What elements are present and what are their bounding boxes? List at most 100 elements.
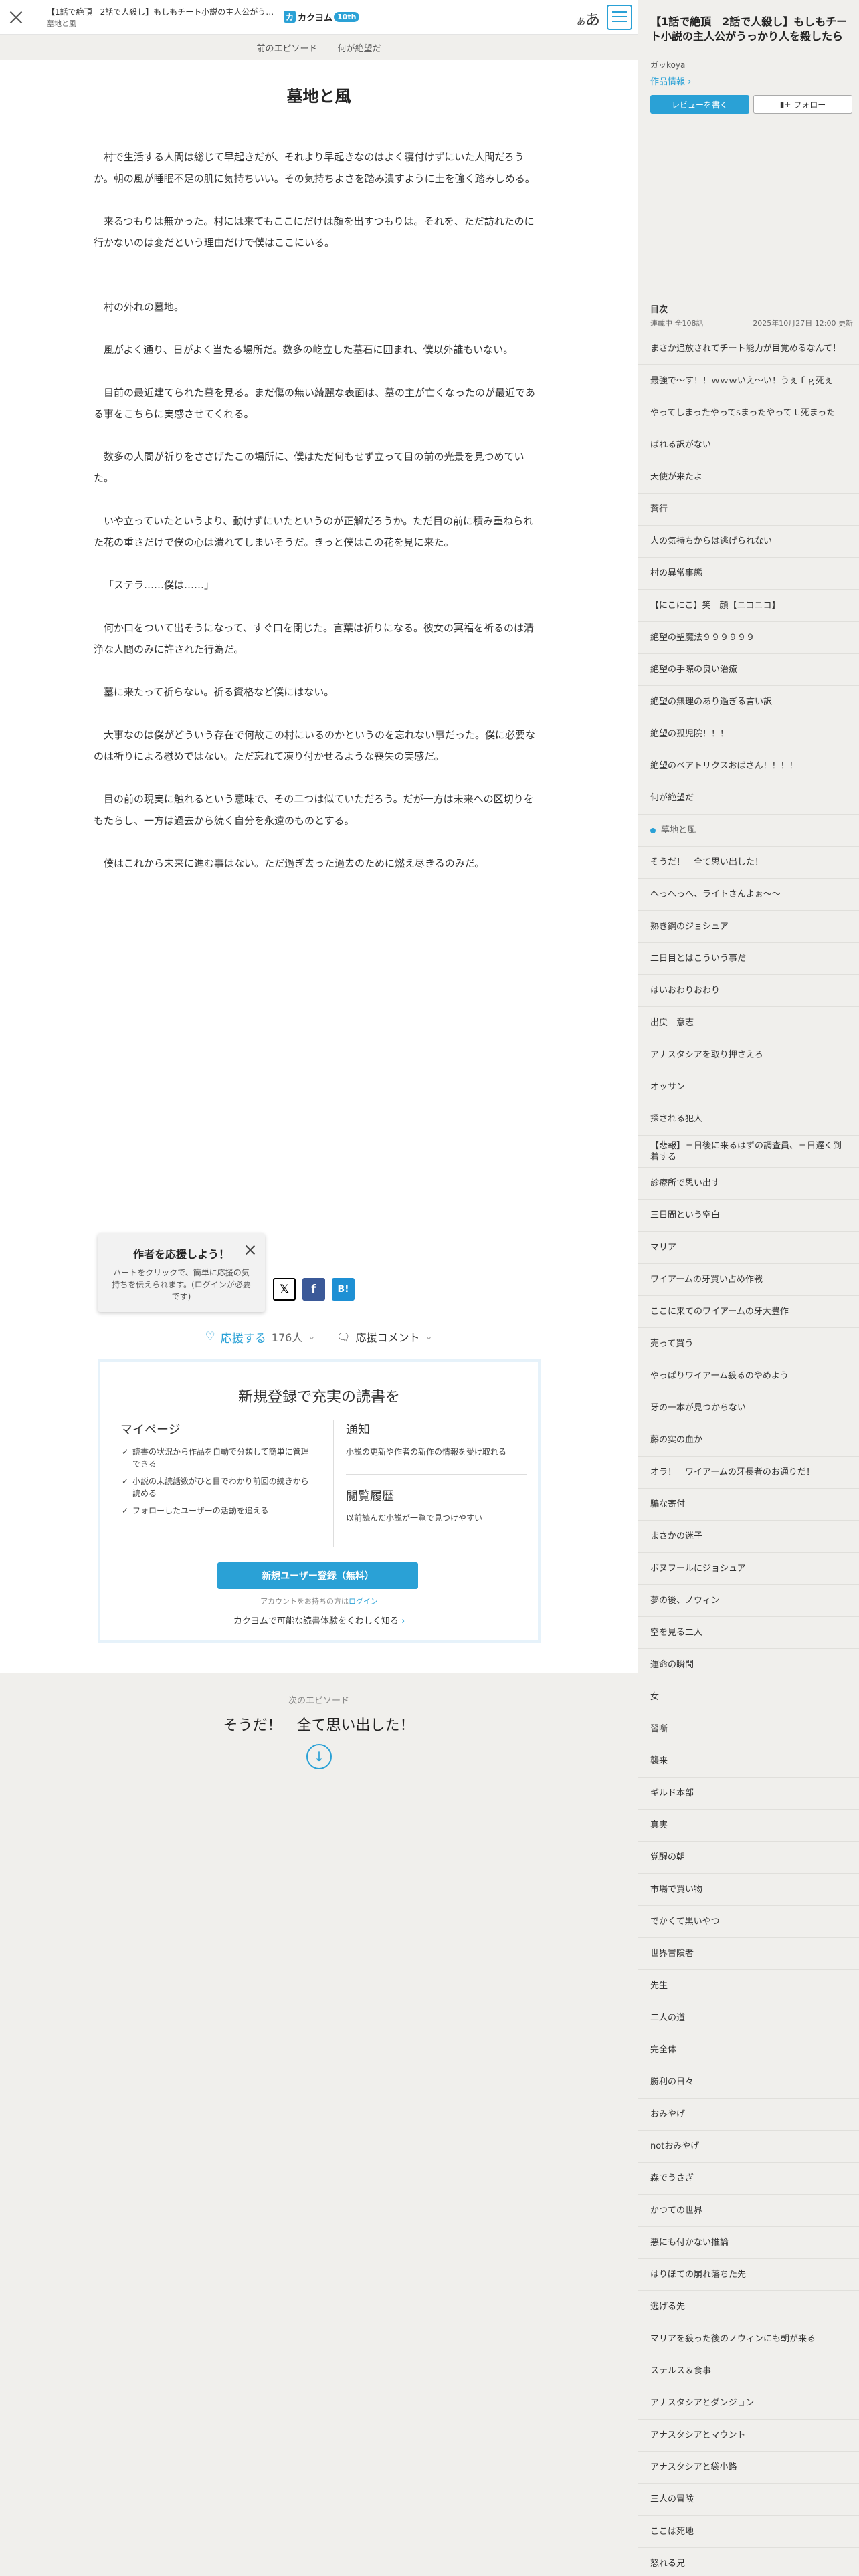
toc-item[interactable]: 三日間という空白 [638,1200,859,1232]
toc-item[interactable]: 何が絶望だ [638,782,859,815]
toc-item[interactable]: でかくて黒いやつ [638,1906,859,1938]
toc-item[interactable]: はりぼての崩れ落ちた先 [638,2259,859,2291]
toc-item[interactable]: アナスタシアとマウント [638,2420,859,2452]
toc-item[interactable]: 森でうさぎ [638,2163,859,2195]
cheer-comment-button[interactable]: 応援コメント [356,1329,420,1345]
toc-item[interactable]: 探される犯人 [638,1103,859,1136]
comment-icon[interactable]: 🗨 [337,1331,350,1344]
toc-item[interactable]: 怒れる兄 [638,2548,859,2576]
toc-item[interactable]: オッサン [638,1071,859,1103]
toc-item[interactable]: アナスタシアを取り押さえろ [638,1039,859,1071]
heart-icon[interactable]: ♡ [205,1330,215,1344]
sidebar-work-title[interactable]: 【1話で絶頂 2話で人殺し】もしもチート小説の主人公がうっかり人を殺したら [650,15,851,44]
toc-item[interactable]: ここは死地 [638,2516,859,2548]
toc-item[interactable]: オラ！ ワイアームの牙長者のお通りだ！ [638,1457,859,1489]
share-facebook-button[interactable]: f [302,1278,325,1301]
close-icon[interactable] [245,1244,256,1255]
next-episode-title[interactable]: そうだ！ 全て思い出した！ [0,1713,638,1735]
sidebar-author[interactable]: ガッkoya [650,59,685,70]
toc-item[interactable]: 最強で～す！！ｗｗｗいえ～い！うぇｆｇ死ぇ [638,365,859,397]
more-info-link[interactable]: カクヨムで可能な読書体験をくわしく知る › [100,1614,538,1626]
toc-item[interactable]: 売って買う [638,1328,859,1360]
prev-episode-link[interactable]: 前のエピソード [256,41,317,54]
share-hatena-button[interactable]: B! [332,1278,355,1301]
toc-item[interactable]: ばれる訳がない [638,429,859,461]
toc-item[interactable]: 女 [638,1681,859,1713]
toc-item[interactable]: やってしまったやってsまったやってｔ死まった [638,397,859,429]
arrow-down-icon[interactable]: ↓ [306,1744,332,1769]
toc-item[interactable]: 二人の道 [638,2002,859,2034]
toc-item[interactable]: ステルス＆食事 [638,2355,859,2387]
toc-item[interactable]: 村の異常事態 [638,558,859,590]
toc-item[interactable]: 絶望のベアトリクスおばさん！！！！ [638,750,859,782]
toc-item[interactable]: ワイアームの牙買い占め作戦 [638,1264,859,1296]
login-link[interactable]: ログイン [349,1597,378,1606]
prev-episode-title-link[interactable]: 何が絶望だ [338,41,381,54]
toc-item[interactable]: 覚醒の朝 [638,1842,859,1874]
toc-item[interactable]: 世界冒険者 [638,1938,859,1970]
toc-item[interactable]: 空を見る二人 [638,1617,859,1649]
toc-item[interactable]: マリア [638,1232,859,1264]
toc-item[interactable]: ボヌフールにジョシュア [638,1553,859,1585]
toc-item[interactable]: ギルド本部 [638,1778,859,1810]
write-review-button[interactable]: レビューを書く [650,95,749,114]
toc-item[interactable]: そうだ！ 全て思い出した！ [638,847,859,879]
cheer-count[interactable]: 176人 [272,1329,303,1345]
toc-item[interactable]: 騙な寄付 [638,1489,859,1521]
toc-item[interactable]: 人の気持ちからは逃げられない [638,526,859,558]
toc-item[interactable]: まさか追放されてチート能力が目覚めるなんて！ [638,333,859,365]
share-x-button[interactable]: 𝕏 [273,1278,296,1301]
chevron-down-icon[interactable]: ⌄ [308,1332,315,1342]
toc-item[interactable]: 二日目とはこういう事だ [638,943,859,975]
toc-item[interactable]: 運命の瞬間 [638,1649,859,1681]
toc-item[interactable]: 【悲報】三日後に来るはずの調査員、三日遅く到着する [638,1136,859,1168]
toc-item[interactable]: 出戻＝意志 [638,1007,859,1039]
work-info-link[interactable]: 作品情報 › [650,74,691,87]
kakuyomu-logo[interactable]: カ カクヨム 10th [284,10,360,23]
toc-item[interactable]: 悪にも付かない推論 [638,2227,859,2259]
toc-item[interactable]: 三人の冒険 [638,2484,859,2516]
toc-item[interactable]: 熟き鋼のジョシュア [638,911,859,943]
work-title[interactable]: 【1話で絶頂 2話で人殺し】もしもチート小説の主人公がう… [47,6,274,17]
toc-item[interactable]: マリアを殺った後のノウィンにも朝が来る [638,2323,859,2355]
toc-item-label: 何が絶望だ [650,793,694,803]
cheer-button[interactable]: 応援する [221,1329,266,1346]
toc-item[interactable]: 勝利の日々 [638,2066,859,2099]
toc-item[interactable]: 絶望の手際の良い治療 [638,654,859,686]
chevron-down-icon[interactable]: ⌄ [425,1332,433,1342]
close-icon[interactable] [7,8,25,27]
toc-item[interactable]: 絶望の無理のあり過ぎる言い訳 [638,686,859,718]
toc-item[interactable]: 蒼行 [638,494,859,526]
toc-item[interactable]: 墓地と風 [638,815,859,847]
toc-item[interactable]: おみやげ [638,2099,859,2131]
toc-item[interactable]: アナスタシアと袋小路 [638,2452,859,2484]
font-size-button[interactable]: ああ [577,8,600,29]
toc-item[interactable]: 天使が来たよ [638,461,859,494]
toc-item[interactable]: 先生 [638,1970,859,2002]
toc-item-label: アナスタシアと袋小路 [650,2462,737,2472]
toc-item[interactable]: やっぱりワイアーム殺るのやめよう [638,1360,859,1392]
toc-item[interactable]: notおみやげ [638,2131,859,2163]
toc-item[interactable]: まさかの迷子 [638,1521,859,1553]
toc-item[interactable]: 市場で買い物 [638,1874,859,1906]
toc-item[interactable]: はいおわりおわり [638,975,859,1007]
toc-item[interactable]: 絶望の聖魔法９９９９９９ [638,622,859,654]
toc-item[interactable]: 絶望の孤児院！！！ [638,718,859,750]
menu-toggle-button[interactable] [607,5,632,30]
toc-item[interactable]: 診療所で思い出す [638,1168,859,1200]
toc-item[interactable]: アナスタシアとダンジョン [638,2387,859,2420]
toc-item[interactable]: 逃げる先 [638,2291,859,2323]
toc-item[interactable]: 真実 [638,1810,859,1842]
register-button[interactable]: 新規ユーザー登録（無料） [217,1562,418,1589]
toc-item[interactable]: 夢の後、ノウィン [638,1585,859,1617]
toc-item[interactable]: ヘっへっへ、ライトさんよぉ～～ [638,879,859,911]
toc-item[interactable]: 習噺 [638,1713,859,1745]
toc-item[interactable]: 【にこにこ】笑 顔【ニコニコ】 [638,590,859,622]
toc-item[interactable]: 完全体 [638,2034,859,2066]
follow-button[interactable]: ▮+ フォロー [753,95,852,114]
toc-item[interactable]: かつての世界 [638,2195,859,2227]
toc-item[interactable]: ここに来てのワイアームの牙大豊作 [638,1296,859,1328]
toc-item[interactable]: 牙の一本が見つからない [638,1392,859,1424]
toc-item[interactable]: 襲来 [638,1745,859,1778]
toc-item[interactable]: 藤の实の血か [638,1424,859,1457]
